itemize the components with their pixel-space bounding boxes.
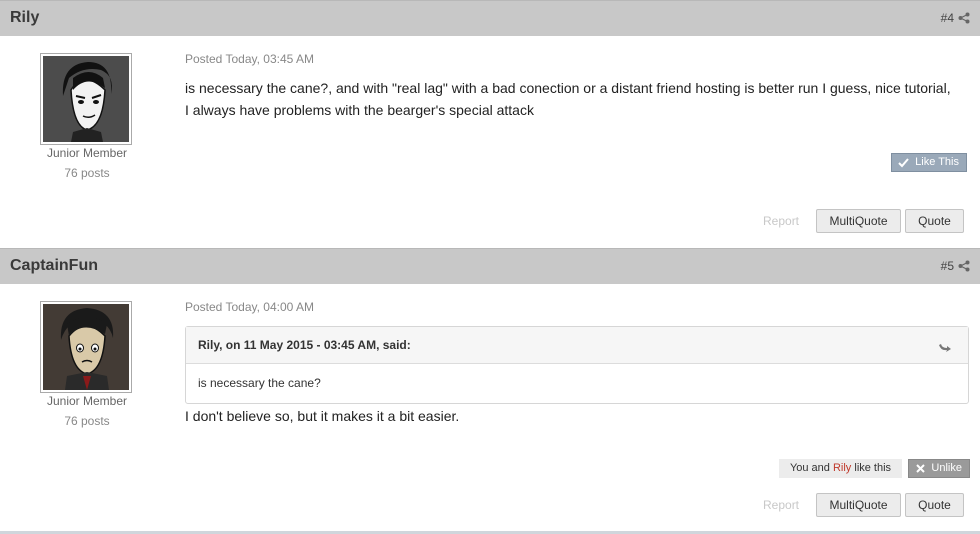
likers-list: You and Rily like this [779, 459, 902, 478]
quote-button[interactable]: Quote [905, 209, 964, 233]
avatar-image [43, 304, 129, 390]
post-count: 76 posts [64, 166, 110, 180]
quote-header: Rily, on 11 May 2015 - 03:45 AM, said: [186, 327, 968, 364]
likers-prefix: You and [789, 462, 833, 474]
post-body: I don't believe so, but it makes it a bi… [185, 408, 460, 424]
post-header: Rily #4 [0, 0, 980, 36]
checkmark-icon [898, 158, 909, 168]
member-rank: Junior Member [46, 394, 128, 408]
share-icon[interactable] [958, 12, 970, 24]
post-body-line: I always have problems with the bearger'… [185, 102, 534, 118]
like-button-label: Like This [915, 156, 959, 168]
post-body-line: is necessary the cane?, and with "real l… [185, 80, 951, 96]
multiquote-button[interactable]: MultiQuote [816, 493, 901, 517]
quote-citation: Rily, on 11 May 2015 - 03:45 AM, said: [198, 338, 411, 352]
like-button[interactable]: Like This [891, 153, 967, 172]
likers-suffix: like this [851, 462, 892, 474]
post-timestamp: Posted Today, 03:45 AM [185, 52, 314, 66]
multiquote-button[interactable]: MultiQuote [816, 209, 901, 233]
post-captainfun: CaptainFun #5 Junior Member 76 posts Pos… [0, 248, 980, 531]
avatar[interactable] [40, 301, 132, 393]
post-number-link[interactable]: #5 [941, 259, 954, 273]
unlike-button-label: Unlike [931, 462, 962, 474]
post-header: CaptainFun #5 [0, 248, 980, 284]
quote-button[interactable]: Quote [905, 493, 964, 517]
post-rily: Rily #4 Junior Member 76 posts Posted To… [0, 0, 980, 248]
liker-name-link[interactable]: Rily [833, 462, 851, 474]
share-icon[interactable] [958, 260, 970, 272]
post-count: 76 posts [64, 414, 110, 428]
post-body: is necessary the cane?, and with "real l… [185, 77, 970, 121]
post-timestamp: Posted Today, 04:00 AM [185, 300, 314, 314]
avatar[interactable] [40, 53, 132, 145]
quote-block: Rily, on 11 May 2015 - 03:45 AM, said: i… [185, 326, 969, 404]
close-icon [916, 464, 925, 473]
unlike-button[interactable]: Unlike [908, 459, 970, 478]
quote-text: is necessary the cane? [198, 376, 321, 390]
report-link[interactable]: Report [763, 498, 799, 512]
reply-arrow-icon[interactable] [937, 339, 953, 353]
post-number-link[interactable]: #4 [941, 11, 954, 25]
avatar-image [43, 56, 129, 142]
report-link[interactable]: Report [763, 214, 799, 228]
post-author-name[interactable]: Rily [10, 9, 39, 27]
member-rank: Junior Member [46, 146, 128, 160]
post-author-name[interactable]: CaptainFun [10, 257, 98, 275]
